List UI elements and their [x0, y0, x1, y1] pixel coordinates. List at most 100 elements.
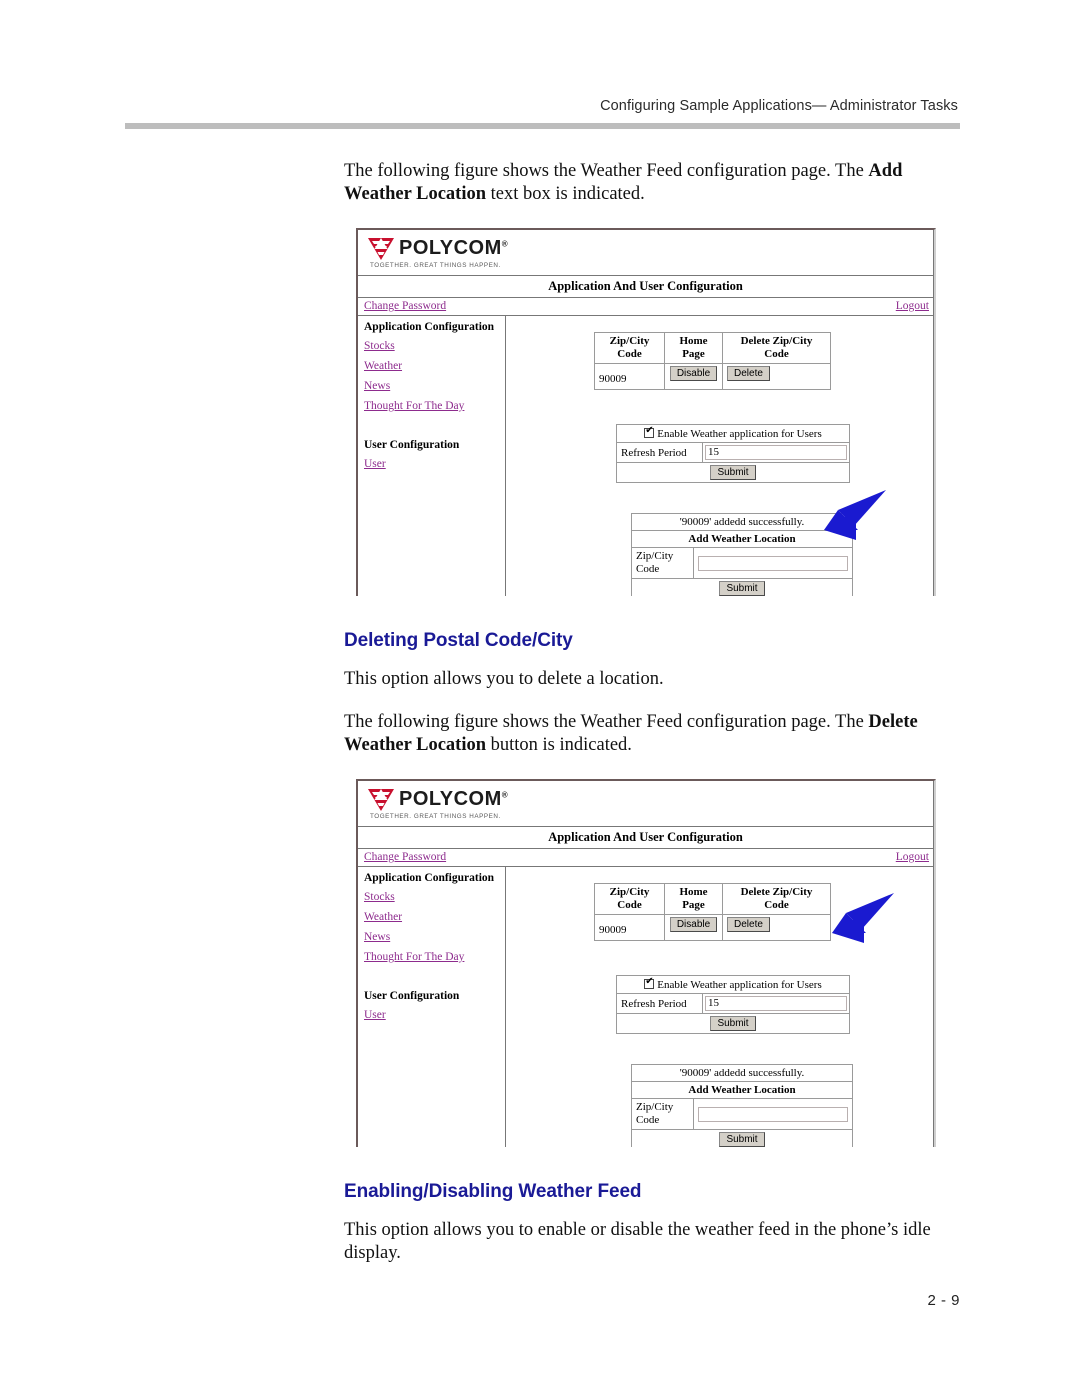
figure2-page-title: Application And User Configuration [358, 827, 933, 849]
refresh-period-field-cell: 15 [702, 993, 850, 1014]
sidebar-item-thought-for-the-day[interactable]: Thought For The Day [364, 951, 464, 963]
figure2-sidebar: Application Configuration Stocks Weather… [358, 867, 506, 1147]
enable-weather-checkbox[interactable] [644, 425, 655, 438]
enable-weather-checkbox[interactable] [644, 976, 655, 989]
sidebar-item-user[interactable]: User [364, 458, 386, 470]
add-field-label: Zip/City Code [631, 547, 694, 579]
figure2-link-bar: Change Password Logout [358, 849, 933, 867]
enable-checkbox-row: Enable Weather application for Users [616, 424, 850, 443]
enable-weather-label: Enable Weather application for Users [657, 979, 822, 991]
enable-submit-cell: Submit [616, 1013, 850, 1034]
table-header-row: Zip/City Code Home Page Delete Zip/City Co… [594, 332, 831, 364]
intro-suffix: text box is indicated. [486, 184, 645, 204]
sidebar-item-user[interactable]: User [364, 1009, 386, 1021]
page-number: 2 - 9 [927, 1292, 960, 1309]
logout-link[interactable]: Logout [896, 300, 929, 312]
registered-mark-icon: ® [501, 239, 509, 249]
disable-button[interactable]: Disable [669, 366, 718, 381]
delete-button[interactable]: Delete [727, 917, 770, 932]
add-field-cell [693, 547, 853, 579]
table-row: 90009 Disable Delete [594, 914, 831, 941]
add-submit-row: Submit [631, 578, 853, 596]
polycom-tagline: TOGETHER. GREAT THINGS HAPPEN. [370, 813, 501, 820]
section-heading-deleting-postal-code: Deleting Postal Code/City [344, 630, 573, 651]
add-weather-location-panel: '90009' addedd successfully. Add Weather… [631, 513, 853, 596]
delete-button[interactable]: Delete [727, 366, 770, 381]
add-field-row: Zip/City Code [631, 1098, 853, 1130]
enable-checkbox-cell[interactable]: Enable Weather application for Users [616, 975, 850, 994]
add-weather-location-heading: Add Weather Location [631, 530, 853, 548]
figure1-brand-bar: POLYCOM® TOGETHER. GREAT THINGS HAPPEN. [358, 230, 933, 276]
figure1-sidebar: Application Configuration Stocks Weather… [358, 316, 506, 596]
col-delete-zip-city-code: Delete Zip/City Code [722, 332, 831, 364]
enable-submit-button[interactable]: Submit [710, 1016, 756, 1031]
status-message-row: '90009' addedd successfully. [631, 513, 853, 531]
disable-button[interactable]: Disable [669, 917, 718, 932]
add-field-row: Zip/City Code [631, 547, 853, 579]
col-delete-zip-city-code: Delete Zip/City Code [722, 883, 831, 915]
refresh-period-row: Refresh Period 15 [616, 442, 850, 463]
add-heading-row: Add Weather Location [631, 530, 853, 548]
page-content: The following figure shows the Weather F… [344, 160, 960, 1279]
enable-weather-panel: Enable Weather application for Users Ref… [616, 975, 850, 1034]
figure2-columns: Application Configuration Stocks Weather… [358, 867, 933, 1147]
deleting-suffix: button is indicated. [486, 735, 632, 755]
figure2-brand-bar: POLYCOM® TOGETHER. GREAT THINGS HAPPEN. [358, 781, 933, 827]
enable-submit-cell: Submit [616, 462, 850, 483]
polycom-tagline: TOGETHER. GREAT THINGS HAPPEN. [370, 262, 501, 269]
add-zip-city-input[interactable] [698, 1106, 848, 1122]
sidebar-item-stocks[interactable]: Stocks [364, 891, 395, 903]
figure1-main-panel: Zip/City Code Home Page Delete Zip/City Co… [506, 316, 933, 596]
cell-zip-value: 90009 [594, 363, 665, 390]
add-zip-city-input[interactable] [698, 555, 848, 571]
page-running-header: Configuring Sample Applications— Adminis… [0, 98, 1080, 129]
sidebar-app-config-heading: Application Configuration [364, 872, 495, 884]
deleting-paragraph-2: The following figure shows the Weather F… [344, 711, 960, 757]
sidebar-app-config-heading: Application Configuration [364, 321, 495, 333]
figure2-webpage: POLYCOM® TOGETHER. GREAT THINGS HAPPEN. … [358, 781, 934, 1147]
sidebar-item-stocks[interactable]: Stocks [364, 340, 395, 352]
cell-zip-value: 90009 [594, 914, 665, 941]
polycom-wordmark: POLYCOM® [399, 237, 509, 259]
enable-submit-row: Submit [616, 462, 850, 483]
running-head-text: Configuring Sample Applications— Adminis… [600, 98, 958, 114]
enable-submit-button[interactable]: Submit [710, 465, 756, 480]
figure1-link-bar: Change Password Logout [358, 298, 933, 316]
enable-checkbox-cell[interactable]: Enable Weather application for Users [616, 424, 850, 443]
intro-prefix: The following figure shows the Weather F… [344, 161, 869, 181]
polycom-logo-icon [368, 237, 394, 260]
refresh-period-label: Refresh Period [616, 442, 703, 463]
polycom-wordmark: POLYCOM® [399, 788, 509, 810]
refresh-period-field-cell: 15 [702, 442, 850, 463]
refresh-period-label: Refresh Period [616, 993, 703, 1014]
refresh-period-row: Refresh Period 15 [616, 993, 850, 1014]
table-row: 90009 Disable Delete [594, 363, 831, 390]
change-password-link[interactable]: Change Password [364, 300, 446, 312]
figure1-page-title: Application And User Configuration [358, 276, 933, 298]
registered-mark-icon: ® [501, 790, 509, 800]
add-submit-button[interactable]: Submit [719, 581, 765, 596]
enable-weather-panel: Enable Weather application for Users Ref… [616, 424, 850, 483]
sidebar-item-news[interactable]: News [364, 380, 390, 392]
sidebar-item-thought-for-the-day[interactable]: Thought For The Day [364, 400, 464, 412]
deleting-prefix: The following figure shows the Weather F… [344, 712, 869, 732]
add-field-cell [693, 1098, 853, 1130]
enable-checkbox-row: Enable Weather application for Users [616, 975, 850, 994]
refresh-period-input[interactable]: 15 [705, 445, 847, 460]
figure1-columns: Application Configuration Stocks Weather… [358, 316, 933, 596]
intro-paragraph: The following figure shows the Weather F… [344, 160, 960, 206]
figure-add-weather-location: POLYCOM® TOGETHER. GREAT THINGS HAPPEN. … [356, 228, 936, 596]
sidebar-item-news[interactable]: News [364, 931, 390, 943]
add-submit-button[interactable]: Submit [719, 1132, 765, 1147]
enable-submit-row: Submit [616, 1013, 850, 1034]
figure1-webpage: POLYCOM® TOGETHER. GREAT THINGS HAPPEN. … [358, 230, 934, 596]
logout-link[interactable]: Logout [896, 851, 929, 863]
change-password-link[interactable]: Change Password [364, 851, 446, 863]
sidebar-item-weather[interactable]: Weather [364, 360, 402, 372]
figure2-main-panel: Zip/City Code Home Page Delete Zip/City Co… [506, 867, 933, 1147]
polycom-logo-icon [368, 788, 394, 811]
sidebar-item-weather[interactable]: Weather [364, 911, 402, 923]
refresh-period-input[interactable]: 15 [705, 996, 847, 1011]
